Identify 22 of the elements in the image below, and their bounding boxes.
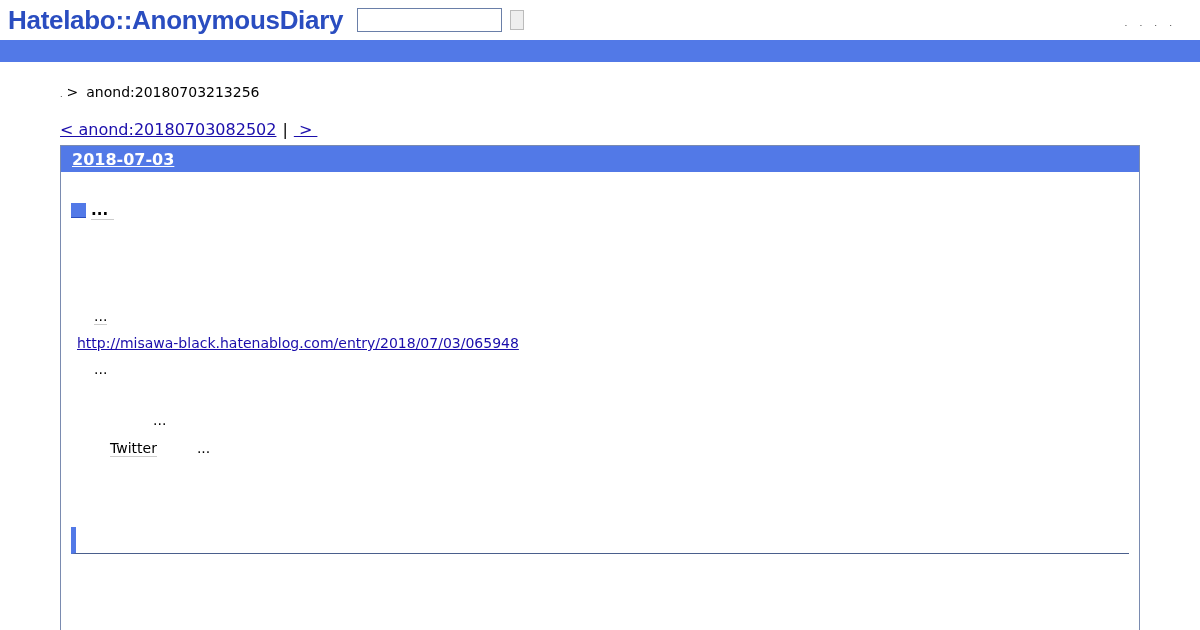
previous-link[interactable]: < anond:20180703082502 bbox=[60, 120, 277, 139]
search-button[interactable] bbox=[510, 10, 525, 30]
breadcrumb-current: anond:20180703213256 bbox=[86, 84, 260, 100]
nav-link[interactable]: . bbox=[1154, 18, 1158, 28]
nav-link[interactable]: . bbox=[1169, 18, 1172, 28]
keyword-link[interactable]: Twitter bbox=[110, 440, 157, 457]
nav-link[interactable]: . bbox=[1124, 18, 1128, 28]
keyword-link[interactable]: ... bbox=[94, 308, 108, 325]
nav-link[interactable]: . bbox=[1139, 18, 1143, 28]
breadcrumb-separator: > bbox=[66, 84, 79, 100]
next-link[interactable]: > bbox=[293, 120, 318, 139]
site-logo[interactable]: Hatelabo::AnonymousDiary bbox=[8, 4, 344, 36]
body-text: ... bbox=[153, 412, 167, 428]
body-text: ... bbox=[196, 440, 211, 457]
search-field[interactable] bbox=[357, 8, 503, 32]
breadcrumb-link[interactable]: . bbox=[60, 90, 63, 99]
body-text: ... bbox=[94, 361, 108, 377]
pager-divider: | bbox=[282, 120, 288, 139]
square-icon[interactable] bbox=[71, 203, 86, 218]
section-title[interactable]: ... bbox=[91, 201, 115, 220]
url-link[interactable]: http://misawa-black.hatenablog.com/entry/2018/07/03/065948 bbox=[77, 335, 519, 351]
date-link[interactable]: 2018-07-03 bbox=[72, 149, 175, 169]
